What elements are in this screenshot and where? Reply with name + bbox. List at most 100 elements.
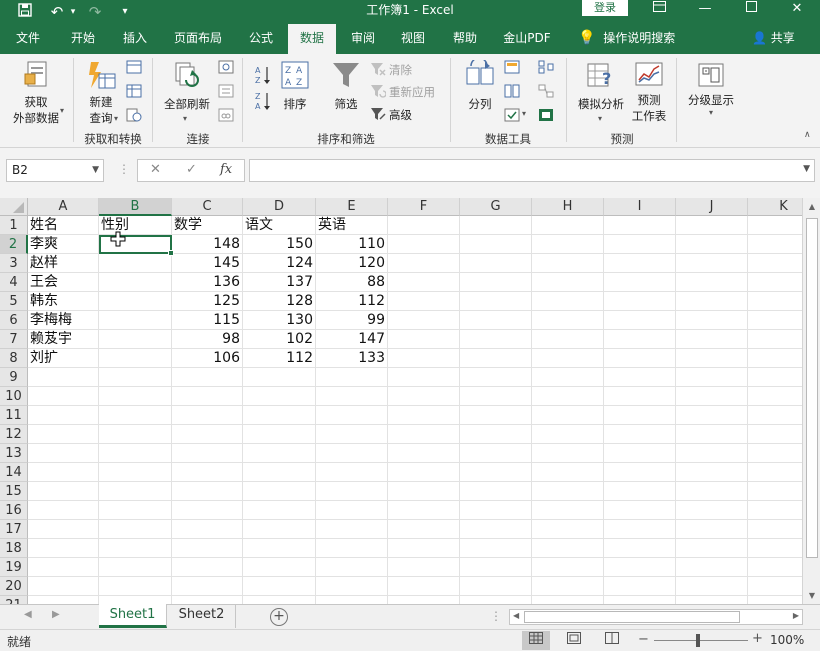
- cell-k5[interactable]: [748, 292, 802, 311]
- cell-e17[interactable]: [316, 520, 388, 539]
- cell-j14[interactable]: [676, 463, 748, 482]
- cell-f4[interactable]: [388, 273, 460, 292]
- cell-d21[interactable]: [243, 596, 316, 604]
- cell-h7[interactable]: [532, 330, 604, 349]
- column-header-a[interactable]: A: [28, 198, 99, 216]
- clear-filter-label[interactable]: 清除: [389, 62, 412, 78]
- cell-e10[interactable]: [316, 387, 388, 406]
- cell-k12[interactable]: [748, 425, 802, 444]
- cell-b15[interactable]: [99, 482, 172, 501]
- cell-i18[interactable]: [604, 539, 676, 558]
- row-header-9[interactable]: 9: [0, 368, 28, 387]
- cell-k16[interactable]: [748, 501, 802, 520]
- undo-dropdown-icon[interactable]: ▾: [68, 0, 78, 24]
- cell-g16[interactable]: [460, 501, 532, 520]
- cell-c1[interactable]: 数学: [172, 216, 243, 235]
- cell-e11[interactable]: [316, 406, 388, 425]
- cell-b20[interactable]: [99, 577, 172, 596]
- cell-a4[interactable]: 王会: [28, 273, 99, 292]
- close-icon[interactable]: ✕: [774, 0, 820, 20]
- cell-k3[interactable]: [748, 254, 802, 273]
- tab-kingsoft-pdf[interactable]: 金山PDF: [494, 24, 560, 54]
- cell-f9[interactable]: [388, 368, 460, 387]
- cell-i1[interactable]: [604, 216, 676, 235]
- cell-e3[interactable]: 120: [316, 254, 388, 273]
- show-queries-icon[interactable]: [126, 60, 142, 74]
- advanced-filter-icon[interactable]: [370, 107, 386, 121]
- cell-k10[interactable]: [748, 387, 802, 406]
- cell-d10[interactable]: [243, 387, 316, 406]
- cell-h8[interactable]: [532, 349, 604, 368]
- cell-a14[interactable]: [28, 463, 99, 482]
- maximize-icon[interactable]: [728, 0, 774, 20]
- cell-b16[interactable]: [99, 501, 172, 520]
- cell-f11[interactable]: [388, 406, 460, 425]
- cell-d8[interactable]: 112: [243, 349, 316, 368]
- row-header-19[interactable]: 19: [0, 558, 28, 577]
- row-header-5[interactable]: 5: [0, 292, 28, 311]
- cell-c15[interactable]: [172, 482, 243, 501]
- minimize-icon[interactable]: —: [682, 0, 728, 20]
- cell-e18[interactable]: [316, 539, 388, 558]
- cell-b6[interactable]: [99, 311, 172, 330]
- cell-i16[interactable]: [604, 501, 676, 520]
- cell-j17[interactable]: [676, 520, 748, 539]
- relationships-icon[interactable]: [538, 84, 554, 98]
- column-header-e[interactable]: E: [316, 198, 388, 216]
- advanced-filter-label[interactable]: 高级: [389, 107, 412, 123]
- cell-b4[interactable]: [99, 273, 172, 292]
- cell-i4[interactable]: [604, 273, 676, 292]
- cell-d6[interactable]: 130: [243, 311, 316, 330]
- cell-h1[interactable]: [532, 216, 604, 235]
- text-to-columns-button[interactable]: 分列: [460, 60, 500, 112]
- cell-h12[interactable]: [532, 425, 604, 444]
- cell-k6[interactable]: [748, 311, 802, 330]
- cell-k2[interactable]: [748, 235, 802, 254]
- row-header-3[interactable]: 3: [0, 254, 28, 273]
- cell-h18[interactable]: [532, 539, 604, 558]
- cell-g11[interactable]: [460, 406, 532, 425]
- cell-h13[interactable]: [532, 444, 604, 463]
- page-layout-view-icon[interactable]: [560, 631, 588, 650]
- cell-j21[interactable]: [676, 596, 748, 604]
- cell-e16[interactable]: [316, 501, 388, 520]
- cell-h6[interactable]: [532, 311, 604, 330]
- cell-f1[interactable]: [388, 216, 460, 235]
- tab-review[interactable]: 审阅: [340, 24, 386, 54]
- row-header-20[interactable]: 20: [0, 577, 28, 596]
- recent-sources-icon[interactable]: [126, 108, 142, 122]
- row-header-2[interactable]: 2: [0, 235, 28, 254]
- cell-d14[interactable]: [243, 463, 316, 482]
- cell-h20[interactable]: [532, 577, 604, 596]
- cell-c19[interactable]: [172, 558, 243, 577]
- cell-d4[interactable]: 137: [243, 273, 316, 292]
- row-header-10[interactable]: 10: [0, 387, 28, 406]
- cell-e13[interactable]: [316, 444, 388, 463]
- row-header-4[interactable]: 4: [0, 273, 28, 292]
- consolidate-icon[interactable]: [538, 60, 554, 74]
- cell-d5[interactable]: 128: [243, 292, 316, 311]
- column-header-i[interactable]: I: [604, 198, 676, 216]
- cell-h11[interactable]: [532, 406, 604, 425]
- cell-a20[interactable]: [28, 577, 99, 596]
- tab-formulas[interactable]: 公式: [238, 24, 284, 54]
- cell-h9[interactable]: [532, 368, 604, 387]
- cell-g4[interactable]: [460, 273, 532, 292]
- cell-a17[interactable]: [28, 520, 99, 539]
- tab-file[interactable]: 文件: [6, 24, 50, 54]
- cell-d16[interactable]: [243, 501, 316, 520]
- cell-d7[interactable]: 102: [243, 330, 316, 349]
- cell-f18[interactable]: [388, 539, 460, 558]
- row-header-14[interactable]: 14: [0, 463, 28, 482]
- cell-h19[interactable]: [532, 558, 604, 577]
- cell-c7[interactable]: 98: [172, 330, 243, 349]
- cell-i9[interactable]: [604, 368, 676, 387]
- cell-e8[interactable]: 133: [316, 349, 388, 368]
- edit-links-icon[interactable]: [218, 108, 234, 122]
- cell-a3[interactable]: 赵样: [28, 254, 99, 273]
- add-sheet-icon[interactable]: +: [270, 608, 288, 626]
- cell-h17[interactable]: [532, 520, 604, 539]
- cell-k14[interactable]: [748, 463, 802, 482]
- cell-i17[interactable]: [604, 520, 676, 539]
- cell-f20[interactable]: [388, 577, 460, 596]
